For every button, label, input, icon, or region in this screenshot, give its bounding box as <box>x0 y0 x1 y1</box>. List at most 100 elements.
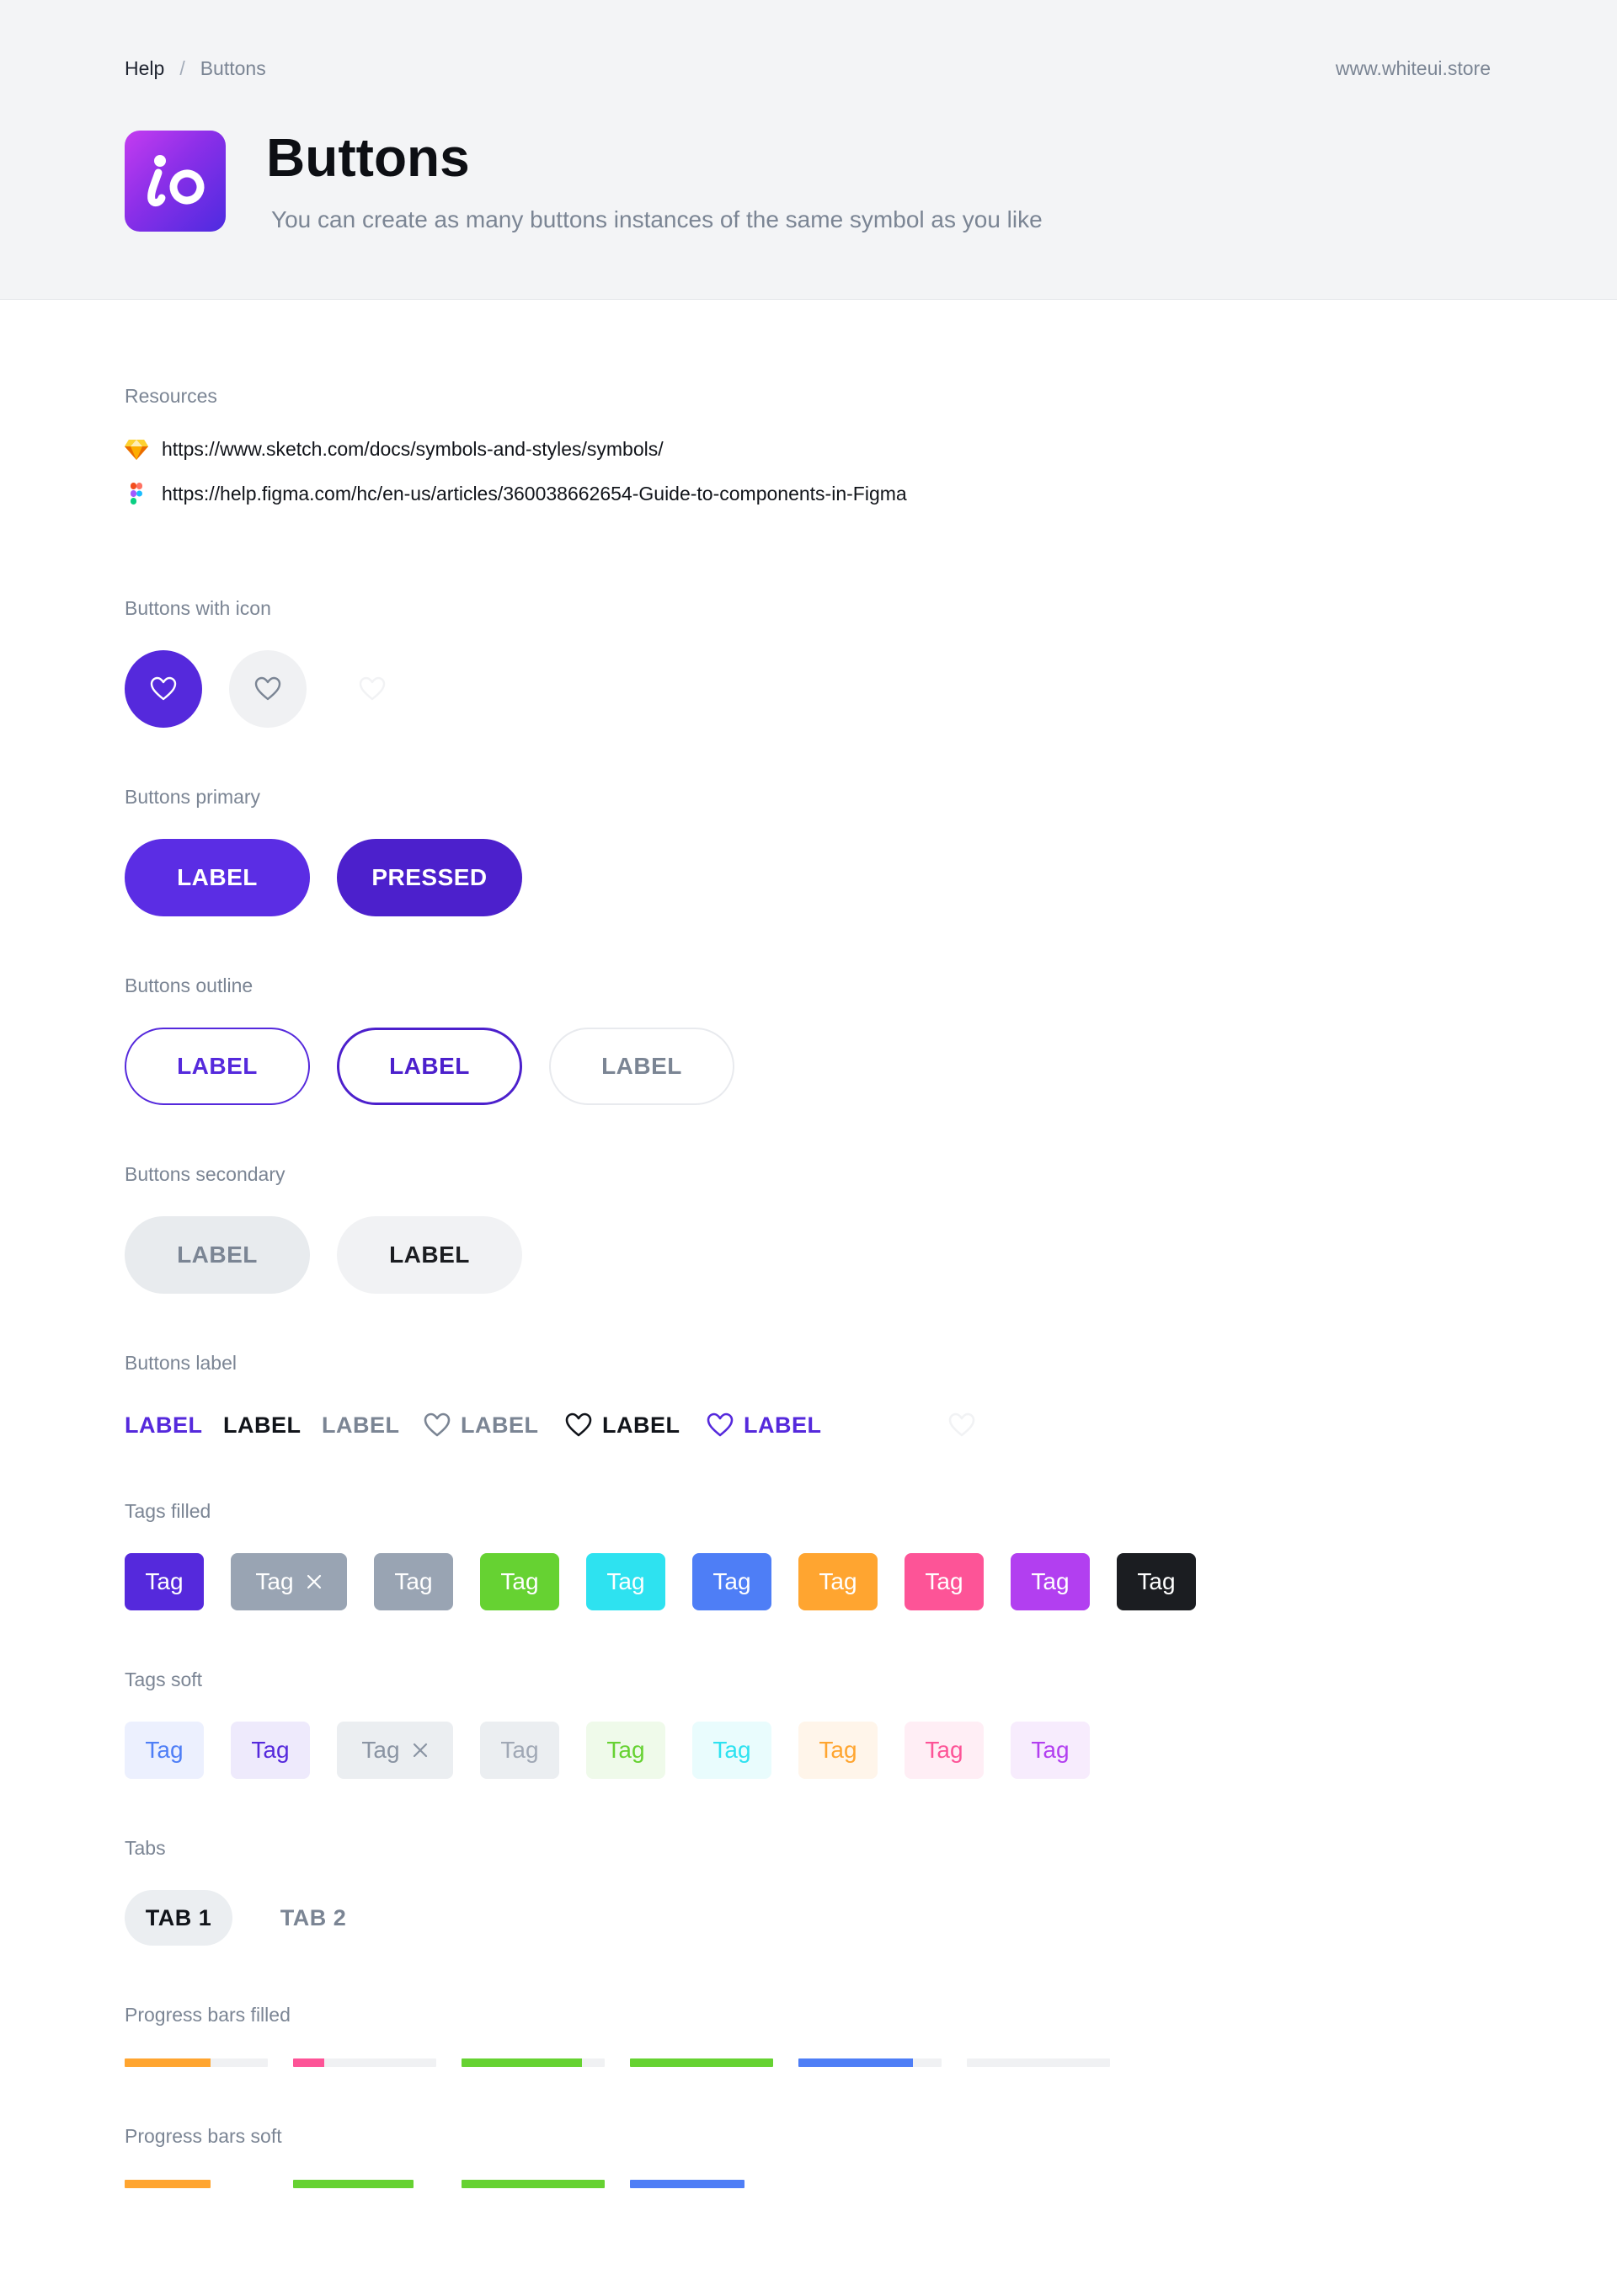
tag[interactable]: Tag <box>337 1722 453 1779</box>
tag-label: Tag <box>1031 1737 1070 1763</box>
page-header: Help / Buttons www.whiteui.store Buttons… <box>0 0 1617 300</box>
figma-icon <box>131 483 142 505</box>
icon-button-secondary[interactable] <box>229 650 307 728</box>
progress-bar <box>125 2180 211 2188</box>
section-tags-soft-label: Tags soft <box>125 1669 203 1690</box>
tag[interactable]: Tag <box>798 1722 878 1779</box>
tag-label: Tag <box>925 1568 963 1594</box>
tag[interactable]: Tag <box>231 1722 310 1779</box>
tag-label: Tag <box>1137 1568 1176 1594</box>
tag-label: Tag <box>712 1568 751 1594</box>
heart-icon <box>359 676 386 701</box>
heart-icon <box>150 676 177 701</box>
section-buttons-label-label: Buttons label <box>125 1352 237 1374</box>
label-button-dark-icon[interactable]: LABEL <box>565 1408 680 1442</box>
icon-button-disabled[interactable] <box>334 650 411 728</box>
outline-button-pressed[interactable]: LABEL <box>337 1028 522 1105</box>
progress-bar-fill <box>798 2058 913 2067</box>
icon-button-primary[interactable] <box>125 650 202 728</box>
section-tags-filled-label: Tags filled <box>125 1500 211 1522</box>
label-button-text: LABEL <box>223 1412 302 1438</box>
progress-bar <box>630 2058 773 2067</box>
tag[interactable]: Tag <box>374 1553 453 1610</box>
tag[interactable]: Tag <box>1011 1722 1090 1779</box>
progress-bar-fill <box>125 2058 211 2067</box>
tag-label: Tag <box>394 1568 433 1594</box>
progress-bar <box>293 2180 414 2188</box>
label-button-primary[interactable]: LABEL <box>125 1408 203 1442</box>
breadcrumb-help-link[interactable]: Help <box>125 57 164 80</box>
progress-bar-fill <box>630 2058 773 2067</box>
heart-icon <box>948 1412 975 1437</box>
label-button-grey[interactable]: LABEL <box>322 1408 400 1442</box>
resource-link-sketch[interactable]: https://www.sketch.com/docs/symbols-and-… <box>125 438 664 461</box>
progress-bar-fill <box>293 2058 325 2067</box>
secondary-button-dark[interactable]: LABEL <box>337 1216 522 1294</box>
progress-bar <box>462 2180 605 2188</box>
resource-url[interactable]: https://help.figma.com/hc/en-us/articles… <box>162 483 907 505</box>
label-button-grey-icon[interactable]: LABEL <box>424 1408 539 1442</box>
tag[interactable]: Tag <box>905 1722 984 1779</box>
tag[interactable]: Tag <box>1117 1553 1196 1610</box>
label-button-text: LABEL <box>602 1412 680 1438</box>
tag[interactable]: Tag <box>125 1722 204 1779</box>
outline-button[interactable]: LABEL <box>125 1028 310 1105</box>
sketch-icon <box>125 439 148 460</box>
primary-button-pressed[interactable]: PRESSED <box>337 839 522 916</box>
tag[interactable]: Tag <box>1011 1553 1090 1610</box>
tag-label: Tag <box>500 1737 539 1763</box>
section-progress-soft-label: Progress bars soft <box>125 2125 282 2147</box>
tab-2[interactable]: TAB 2 <box>254 1890 372 1946</box>
tag-label: Tag <box>712 1737 751 1763</box>
breadcrumb: Help / Buttons <box>125 57 266 80</box>
close-icon[interactable] <box>306 1573 323 1590</box>
tag[interactable]: Tag <box>125 1553 204 1610</box>
tag-label: Tag <box>500 1568 539 1594</box>
progress-bar <box>967 2058 1110 2067</box>
label-button-disabled-icon[interactable] <box>948 1408 985 1442</box>
secondary-button[interactable]: LABEL <box>125 1216 310 1294</box>
breadcrumb-current: Buttons <box>200 57 266 79</box>
tag-label: Tag <box>255 1568 294 1594</box>
tag-label: Tag <box>606 1737 645 1763</box>
section-buttons-secondary-label: Buttons secondary <box>125 1163 286 1185</box>
resource-url[interactable]: https://www.sketch.com/docs/symbols-and-… <box>162 438 664 461</box>
progress-bar-fill <box>462 2058 582 2067</box>
tag[interactable]: Tag <box>798 1553 878 1610</box>
section-resources-label: Resources <box>125 385 217 407</box>
progress-bar <box>125 2058 268 2067</box>
progress-bar <box>462 2058 605 2067</box>
tab-1[interactable]: TAB 1 <box>125 1890 232 1946</box>
label-button-text: LABEL <box>322 1412 400 1438</box>
section-buttons-with-icon-label: Buttons with icon <box>125 597 271 619</box>
progress-bar <box>630 2180 744 2188</box>
tag-label: Tag <box>819 1568 857 1594</box>
tag[interactable]: Tag <box>692 1553 771 1610</box>
tag[interactable]: Tag <box>231 1553 347 1610</box>
tag[interactable]: Tag <box>586 1553 665 1610</box>
label-button-text: LABEL <box>125 1412 203 1438</box>
resource-link-figma[interactable]: https://help.figma.com/hc/en-us/articles… <box>125 482 907 505</box>
tag[interactable]: Tag <box>692 1722 771 1779</box>
page-title: Buttons <box>266 127 470 188</box>
heart-icon <box>565 1412 592 1437</box>
tag-label: Tag <box>606 1568 645 1594</box>
section-progress-filled-label: Progress bars filled <box>125 2004 291 2026</box>
progress-bar <box>798 2058 942 2067</box>
heart-icon <box>254 676 281 701</box>
tag-label: Tag <box>361 1737 400 1763</box>
tag[interactable]: Tag <box>905 1553 984 1610</box>
tag[interactable]: Tag <box>480 1553 559 1610</box>
tag-label: Tag <box>819 1737 857 1763</box>
tag[interactable]: Tag <box>480 1722 559 1779</box>
outline-button-disabled[interactable]: LABEL <box>549 1028 734 1105</box>
label-button-dark[interactable]: LABEL <box>223 1408 302 1442</box>
tag-label: Tag <box>145 1737 184 1763</box>
tag[interactable]: Tag <box>586 1722 665 1779</box>
section-buttons-primary-label: Buttons primary <box>125 786 261 808</box>
primary-button[interactable]: LABEL <box>125 839 310 916</box>
site-link[interactable]: www.whiteui.store <box>1336 57 1491 80</box>
label-button-primary-icon[interactable]: LABEL <box>707 1408 822 1442</box>
close-icon[interactable] <box>412 1742 429 1759</box>
tag-label: Tag <box>925 1737 963 1763</box>
